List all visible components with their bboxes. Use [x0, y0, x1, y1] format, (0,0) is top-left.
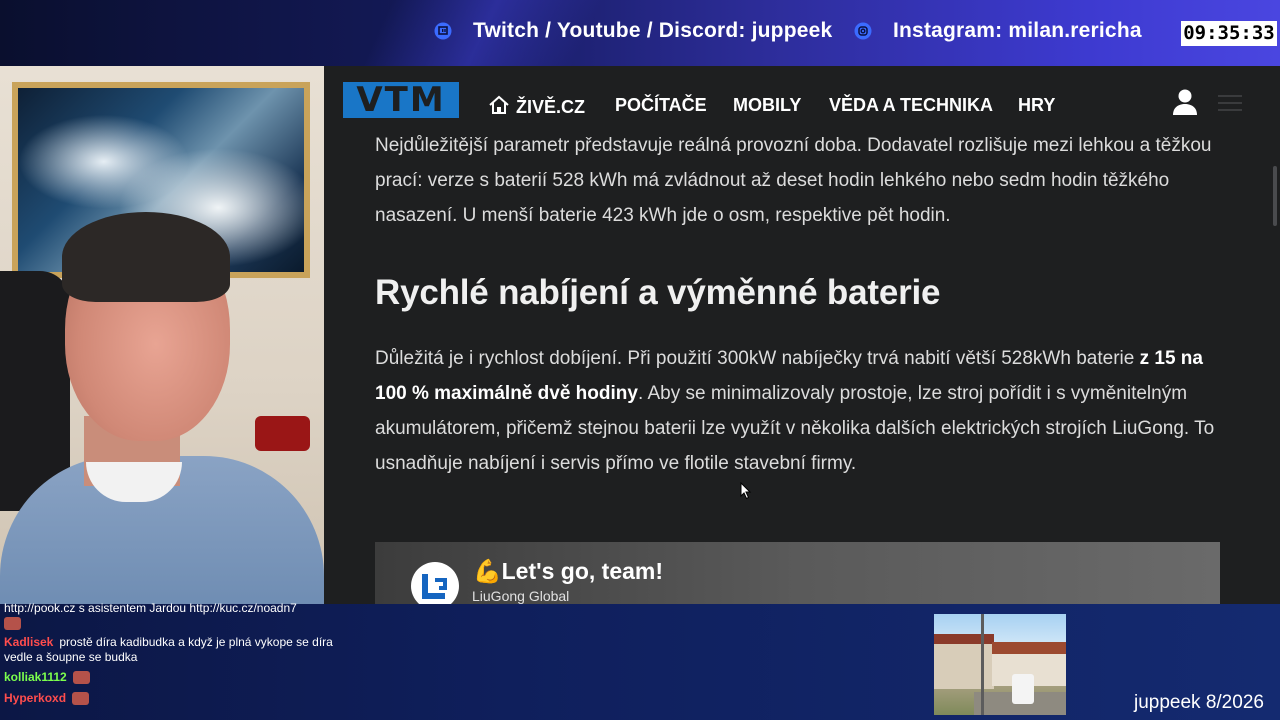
social-links-1: Twitch / Youtube / Discord: juppeek — [433, 19, 832, 43]
chat-emote — [4, 617, 21, 631]
site-logo[interactable]: VTM — [343, 80, 459, 120]
twitch-icon — [433, 21, 453, 41]
nav-item-veda[interactable]: VĚDA A TECHNIKA — [829, 95, 993, 116]
nav-item-zive[interactable]: ŽIVĚ.CZ — [488, 95, 585, 120]
browser-viewport: VTM ŽIVĚ.CZ POČÍTAČE MOBILY VĚDA A TECHN… — [324, 66, 1280, 604]
chat-emote — [72, 692, 90, 706]
red-cushion — [255, 416, 310, 451]
chat-username: Kadlisek — [4, 635, 54, 649]
nav-item-label: VĚDA A TECHNIKA — [829, 95, 994, 115]
chat-message-text: prostě díra kadibudka a když je plná vyk… — [4, 635, 333, 664]
menu-icon[interactable] — [1218, 95, 1242, 111]
chat-emote-row — [4, 616, 21, 631]
video-channel[interactable]: LiuGong Global — [472, 588, 569, 604]
chat-message: Hyperkoxd — [4, 691, 90, 706]
stream-clock: 09:35:33 — [1181, 21, 1277, 46]
nav-item-mobily[interactable]: MOBILY — [733, 95, 801, 116]
article-body: Nejdůležitější parametr představuje reál… — [375, 128, 1235, 481]
nav-item-label: HRY — [1018, 95, 1056, 115]
chat-emote — [72, 671, 90, 685]
streamer-hair — [62, 212, 230, 302]
nav-item-label: POČÍTAČE — [615, 95, 707, 115]
instagram-icon — [853, 21, 873, 41]
chat-message: Kadlisek prostě díra kadibudka a když je … — [4, 635, 334, 665]
street-camera — [934, 614, 1066, 715]
article-heading: Rychlé nabíjení a výměnné baterie — [375, 273, 941, 312]
scrollbar[interactable] — [1273, 166, 1277, 226]
social-links-text-1: Twitch / Youtube / Discord: juppeek — [473, 19, 833, 42]
site-logo-text: VTM — [356, 80, 446, 120]
nav-item-label: ŽIVĚ.CZ — [516, 97, 586, 117]
embedded-video[interactable]: 💪Let's go, team! LiuGong Global — [375, 542, 1220, 604]
article-paragraph: Důležitá je i rychlost dobíjení. Při pou… — [375, 341, 1235, 481]
nav-item-hry[interactable]: HRY — [1018, 95, 1055, 116]
subscriber-goal: juppeek 8/2026 — [1134, 692, 1264, 713]
paragraph-text: Důležitá je i rychlost dobíjení. Při pou… — [375, 348, 1140, 369]
article-paragraph: Nejdůležitější parametr představuje reál… — [375, 135, 1212, 226]
stream-overlay-topbar: Twitch / Youtube / Discord: juppeek Inst… — [0, 0, 1280, 66]
mouse-cursor — [740, 481, 752, 505]
chat-message: http://pook.cz s asistentem Jardou http:… — [4, 601, 297, 616]
chat-username: Hyperkoxd — [4, 691, 67, 705]
chat-message: kolliak1112 — [4, 670, 90, 685]
social-links-2: Instagram: milan.rericha — [853, 19, 1142, 43]
webcam-feed — [0, 66, 324, 604]
video-title[interactable]: 💪Let's go, team! — [473, 558, 663, 585]
chat-username: kolliak1112 — [4, 670, 67, 684]
social-links-text-2: Instagram: milan.rericha — [893, 19, 1142, 42]
user-icon[interactable] — [1172, 88, 1198, 116]
home-icon — [488, 95, 510, 120]
chat-message-text: http://pook.cz s asistentem Jardou http:… — [4, 601, 297, 615]
nav-item-label: MOBILY — [733, 95, 802, 115]
liugong-logo — [411, 562, 459, 604]
stream-overlay-bottom: http://pook.cz s asistentem Jardou http:… — [0, 601, 1280, 720]
nav-item-pocitace[interactable]: POČÍTAČE — [615, 95, 707, 116]
